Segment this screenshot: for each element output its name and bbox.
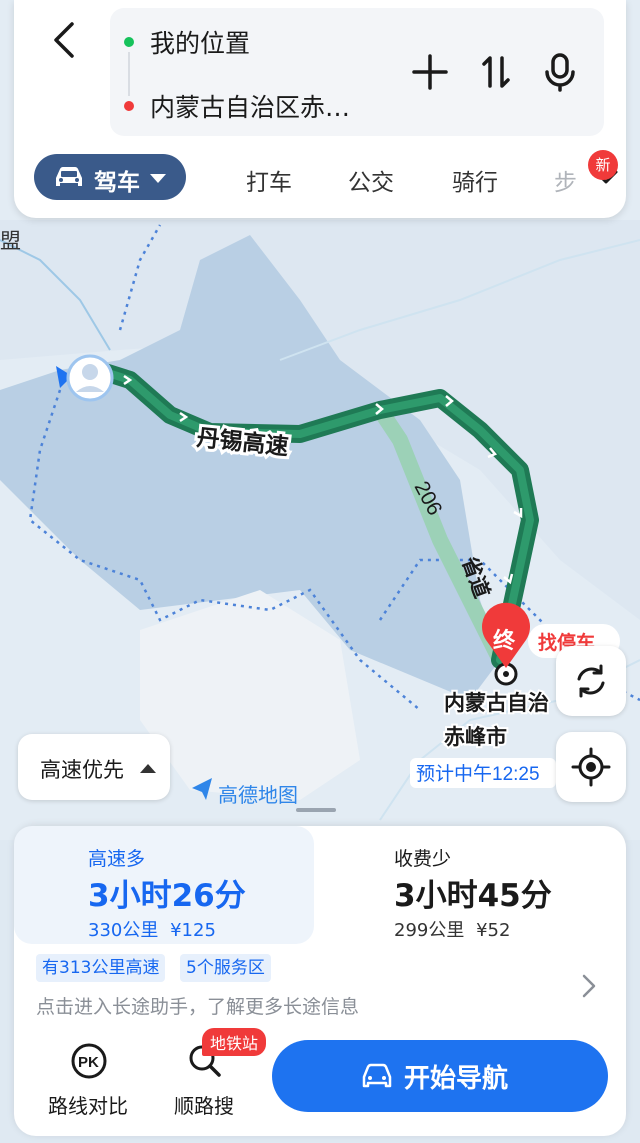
tab-bus[interactable]: 公交 xyxy=(348,163,394,197)
origin-field[interactable]: 我的位置 xyxy=(150,24,250,60)
svg-text:终: 终 xyxy=(493,628,516,653)
eta-pill: 预计中午12:25 xyxy=(410,758,556,788)
locate-icon xyxy=(571,747,611,787)
along-route-search-label: 顺路搜 xyxy=(174,1094,234,1118)
long-trip-hint[interactable]: 点击进入长途助手，了解更多长途信息 xyxy=(36,992,359,1019)
route-duration: 3小时26分 xyxy=(88,878,246,914)
back-icon[interactable] xyxy=(42,16,90,64)
swap-icon[interactable] xyxy=(474,50,518,94)
route-compare-label: 路线对比 xyxy=(48,1094,128,1118)
route-tag: 高速多 xyxy=(88,848,146,870)
origin-dot xyxy=(124,37,134,47)
route-distance: 330公里 xyxy=(88,920,159,941)
travel-mode-tabs: 驾车 打车 公交 骑行 步 xyxy=(34,154,618,202)
tab-walk[interactable]: 步 xyxy=(554,163,576,197)
destination-field[interactable]: 内蒙古自治区赤… xyxy=(150,88,350,124)
route-tag: 收费少 xyxy=(394,848,452,870)
route-options-panel: 高速多 3小时26分 330公里 ¥125 收费少 3小时45分 299公里 ¥… xyxy=(14,826,626,1136)
svg-text:PK: PK xyxy=(78,1054,99,1071)
destination-label-1: 内蒙古自治 xyxy=(444,691,549,715)
route-duration: 3小时45分 xyxy=(394,878,552,914)
destination-dot xyxy=(124,101,134,111)
highway-distance-chip: 有313公里高速 xyxy=(36,954,166,982)
destination-label-2: 赤峰市 xyxy=(444,725,507,749)
pk-icon: PK xyxy=(71,1043,107,1079)
caret-up-icon xyxy=(140,764,156,773)
tab-drive-label: 驾车 xyxy=(94,170,140,196)
route-endpoints: 我的位置 内蒙古自治区赤… xyxy=(110,8,604,136)
route-option-cheapest[interactable]: 收费少 3小时45分 299公里 ¥52 xyxy=(320,826,620,944)
car-icon xyxy=(362,1063,392,1088)
route-distance: 299公里 xyxy=(394,920,465,941)
metro-badge: 地铁站 xyxy=(202,1028,267,1056)
locate-button[interactable] xyxy=(556,732,626,802)
tab-taxi[interactable]: 打车 xyxy=(246,163,292,197)
route-preference-button[interactable]: 高速优先 xyxy=(18,734,170,800)
car-icon xyxy=(56,167,82,186)
route-cost: ¥125 xyxy=(170,920,216,941)
svg-text:高德地图: 高德地图 xyxy=(218,784,298,807)
add-waypoint-icon[interactable] xyxy=(408,50,452,94)
map-corner-label: 盟 xyxy=(0,230,21,253)
route-preference-label: 高速优先 xyxy=(40,758,124,782)
refresh-button[interactable] xyxy=(556,646,626,716)
new-badge: 新 xyxy=(588,150,618,180)
refresh-icon xyxy=(577,664,605,698)
tab-bike[interactable]: 骑行 xyxy=(452,163,498,197)
service-area-chip: 5个服务区 xyxy=(180,954,271,982)
route-cost: ¥52 xyxy=(476,920,511,941)
route-option-fastest[interactable]: 高速多 3小时26分 330公里 ¥125 xyxy=(14,826,314,944)
chevron-right-icon[interactable] xyxy=(578,972,600,1000)
route-compare-button[interactable]: PK 路线对比 xyxy=(38,1036,138,1126)
start-navigation-label: 开始导航 xyxy=(404,1064,509,1094)
route-search-card: 我的位置 内蒙古自治区赤… 驾车 打车 公交 骑行 步 新 xyxy=(14,0,626,218)
svg-text:预计中午12:25: 预计中午12:25 xyxy=(416,763,540,785)
tab-drive[interactable]: 驾车 xyxy=(34,154,186,200)
mic-icon[interactable] xyxy=(538,50,582,94)
start-navigation-button[interactable]: 开始导航 xyxy=(272,1040,608,1112)
chevron-down-icon xyxy=(150,174,166,183)
